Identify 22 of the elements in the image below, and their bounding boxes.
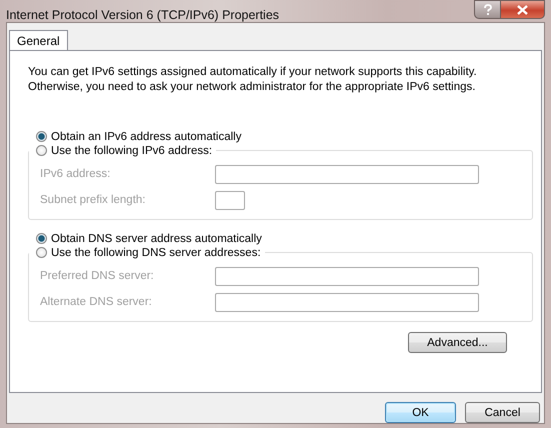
- radio-button[interactable]: [36, 131, 47, 142]
- close-button[interactable]: [501, 0, 545, 19]
- field-label: Preferred DNS server:: [40, 270, 155, 282]
- help-button[interactable]: [474, 0, 501, 19]
- field-label: IPv6 address:: [40, 168, 112, 180]
- radio-button[interactable]: [36, 233, 47, 244]
- close-icon: [517, 4, 528, 14]
- radio-label: Obtain DNS server address automatically: [51, 232, 262, 244]
- window-title: Internet Protocol Version 6 (TCP/IPv6) Properties: [6, 8, 280, 22]
- radio-label: Obtain an IPv6 address automatically: [51, 130, 242, 142]
- cancel-button[interactable]: Cancel: [465, 402, 540, 423]
- description-text: You can get IPv6 settings assigned automatically if your network supports this capability. Otherwise, you need to ask your network administrator for the appropriate IPv6 settings.: [28, 65, 478, 95]
- radio-label: Use the following IPv6 address:: [51, 144, 212, 156]
- radio-button[interactable]: [36, 247, 47, 258]
- field-label: Alternate DNS server:: [40, 296, 153, 308]
- ok-button[interactable]: OK: [385, 402, 456, 423]
- tab[interactable]: General: [9, 30, 68, 50]
- question-mark-icon: [482, 4, 492, 16]
- field-label: Subnet prefix length:: [40, 194, 146, 206]
- radio-label: Use the following DNS server addresses:: [51, 246, 261, 258]
- radio-button[interactable]: [36, 145, 47, 156]
- advanced-button[interactable]: Advanced...: [408, 332, 507, 353]
